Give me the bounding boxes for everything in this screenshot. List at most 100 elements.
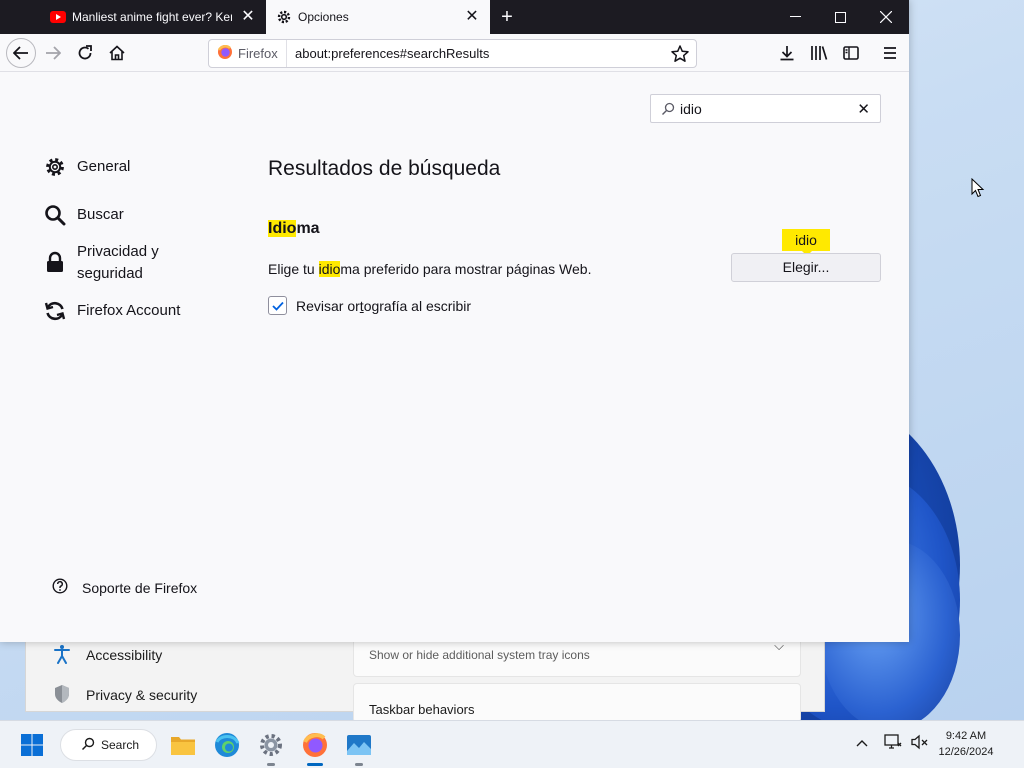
photos-app-button[interactable] <box>343 729 375 766</box>
search-icon <box>81 737 95 754</box>
checkbox-label-part: Revisar or <box>296 297 360 314</box>
clock-date: 12/26/2024 <box>938 746 994 758</box>
downloads-button[interactable] <box>772 39 802 67</box>
maximize-button[interactable] <box>817 0 863 34</box>
file-explorer-button[interactable] <box>167 729 199 761</box>
close-icon[interactable]: ✕ <box>240 9 256 25</box>
volume-muted-icon[interactable] <box>911 734 929 753</box>
checkbox-label-part: ografía al escribir <box>363 297 472 314</box>
gear-icon <box>276 9 292 25</box>
clock[interactable]: 9:42 AM 12/26/2024 <box>936 728 996 760</box>
download-icon <box>780 46 794 61</box>
section-title-rest: ma <box>296 220 320 237</box>
checkbox-label: Revisar ortografía al escribir <box>296 298 471 314</box>
bookmark-star-icon[interactable] <box>670 44 690 64</box>
support-label: Soporte de Firefox <box>82 579 198 596</box>
desc-text: Elige tu <box>268 261 319 277</box>
shield-icon <box>52 684 72 707</box>
sync-icon <box>44 300 66 322</box>
tab-bar: Manliest anime fight ever? Ken ✕ Opcione… <box>0 0 909 34</box>
clock-time: 9:42 AM <box>945 730 987 742</box>
sidebar-item-firefox-account[interactable]: Firefox Account <box>44 300 180 322</box>
search-icon <box>661 102 675 116</box>
mouse-cursor-icon <box>971 178 985 198</box>
sidebar-button[interactable] <box>836 39 866 67</box>
url-bar[interactable]: Firefox about:preferences#searchResults <box>208 39 697 68</box>
sidebar-item-buscar[interactable]: Buscar <box>44 204 124 226</box>
settings-app-button[interactable] <box>255 729 287 766</box>
identity-box[interactable]: Firefox <box>209 40 287 67</box>
arrow-right-icon <box>46 46 61 60</box>
sidebar-item-label: General <box>77 158 131 175</box>
preferences-search-input[interactable]: idio ✕ <box>650 94 881 123</box>
forward-button[interactable] <box>38 39 68 67</box>
lock-icon <box>44 251 66 273</box>
back-button[interactable] <box>6 38 36 68</box>
background-settings-window: Accessibility Privacy & security Show or… <box>25 630 825 723</box>
firefox-icon <box>303 733 327 757</box>
nav-item-label: Accessibility <box>86 647 163 663</box>
sidebar-item-general[interactable]: General <box>44 156 130 178</box>
library-button[interactable] <box>804 39 834 67</box>
spellcheck-option[interactable]: Revisar ortografía al escribir <box>268 296 471 315</box>
help-icon <box>52 578 68 597</box>
sidebar-icon <box>843 46 859 60</box>
search-highlight: Idio <box>268 220 297 237</box>
tab-youtube[interactable]: Manliest anime fight ever? Ken ✕ <box>40 0 266 34</box>
sidebar-item-privacy[interactable]: Privacidad y seguridad <box>44 241 194 285</box>
gear-icon <box>260 734 282 756</box>
menu-button[interactable] <box>875 39 905 67</box>
spellcheck-checkbox[interactable] <box>268 296 287 315</box>
support-link[interactable]: Soporte de Firefox <box>52 578 197 597</box>
running-indicator <box>267 763 275 766</box>
new-tab-button[interactable]: + <box>496 6 518 28</box>
sidebar-item-label: Firefox Account <box>77 302 181 319</box>
page-title: Resultados de búsqueda <box>268 157 501 180</box>
windows-logo-icon <box>21 734 43 756</box>
nav-item-privacy-security[interactable]: Privacy & security <box>52 683 197 707</box>
taskbar: Search 9:42 AM 12/26/2024 <box>0 720 1024 768</box>
folder-icon <box>171 737 195 755</box>
edge-button[interactable] <box>211 729 243 761</box>
sidebar-item-label: Buscar <box>77 206 124 223</box>
chevron-up-icon[interactable] <box>856 735 868 750</box>
preferences-content: idio ✕ General Buscar Privacidad y segur… <box>0 72 909 642</box>
section-title: Idioma <box>268 220 320 238</box>
navigation-toolbar: Firefox about:preferences#searchResults <box>0 34 909 72</box>
desc-text: ma preferido para mostrar páginas Web. <box>340 261 592 277</box>
landscape-image-icon <box>347 735 371 755</box>
search-value: idio <box>680 101 702 117</box>
network-icon[interactable] <box>884 734 902 753</box>
sidebar-item-label: Privacidad y seguridad <box>77 243 159 282</box>
reload-icon <box>78 45 92 60</box>
firefox-logo-icon <box>217 44 233 63</box>
choose-language-button[interactable]: Elegir... <box>731 253 881 282</box>
nav-item-label: Privacy & security <box>86 687 198 703</box>
close-icon[interactable]: ✕ <box>464 9 480 25</box>
tab-label: Opciones <box>298 10 349 24</box>
identity-label: Firefox <box>238 46 278 61</box>
gear-icon <box>44 156 66 178</box>
checkmark-icon <box>271 301 284 311</box>
settings-card-taskbar-behaviors[interactable]: Taskbar behaviors <box>353 683 801 723</box>
minimize-button[interactable] <box>772 0 818 34</box>
clear-search-icon[interactable]: ✕ <box>857 100 870 118</box>
reload-button[interactable] <box>70 39 100 67</box>
home-button[interactable] <box>102 39 132 67</box>
start-button[interactable] <box>16 729 48 761</box>
tab-opciones[interactable]: Opciones ✕ <box>266 0 490 34</box>
tab-label: Manliest anime fight ever? Ken <box>72 10 232 24</box>
firefox-taskbar-button[interactable] <box>299 729 331 766</box>
url-text[interactable]: about:preferences#searchResults <box>295 46 489 61</box>
card-title: Taskbar behaviors <box>369 702 475 717</box>
search-icon <box>44 204 66 226</box>
running-indicator <box>355 763 363 766</box>
hamburger-menu-icon <box>884 47 896 59</box>
taskbar-search-label: Search <box>101 738 140 752</box>
card-subtitle: Show or hide additional system tray icon… <box>369 648 590 662</box>
background-settings-nav: Accessibility Privacy & security <box>26 631 346 713</box>
arrow-left-icon <box>13 46 28 60</box>
taskbar-search[interactable]: Search <box>60 729 157 761</box>
nav-item-accessibility[interactable]: Accessibility <box>52 643 162 667</box>
close-window-button[interactable] <box>863 0 909 34</box>
